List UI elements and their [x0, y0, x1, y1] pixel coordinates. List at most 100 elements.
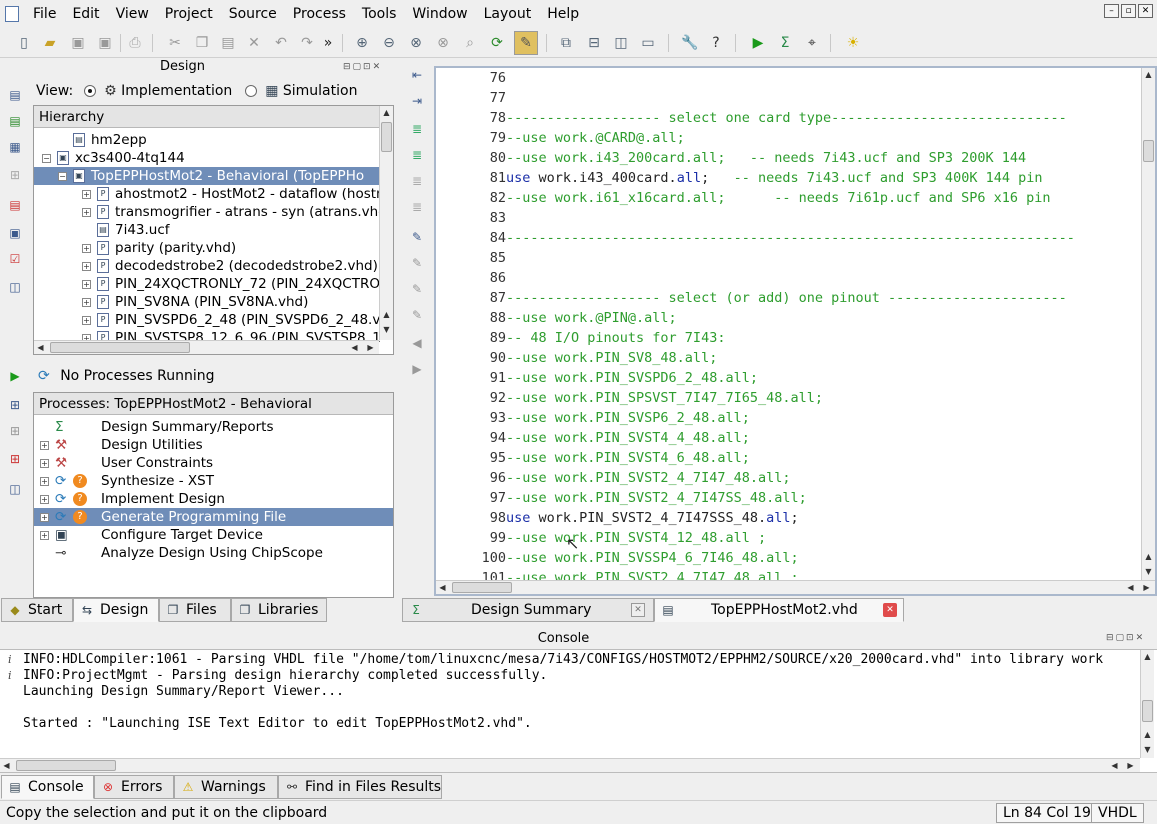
expander-icon[interactable]: + — [82, 315, 91, 325]
more-icon[interactable]: » — [318, 33, 338, 53]
code-line[interactable] — [506, 68, 1142, 88]
zoom-out-icon[interactable]: ⊖ — [379, 33, 399, 53]
hierarchy-item[interactable]: + Pparity (parity.vhd) — [34, 239, 379, 257]
console-vscrollbar[interactable]: ▲ ▲ ▼ — [1140, 650, 1154, 758]
telescope-icon[interactable]: ⌖ — [802, 33, 822, 53]
tile-vertical-icon[interactable]: ◫ — [611, 33, 631, 53]
pin-icon[interactable]: ✎ — [514, 31, 538, 55]
hierarchy-item[interactable]: ▤ 7i43.ucf — [34, 221, 379, 239]
menu-source[interactable]: Source — [221, 0, 285, 28]
scroll-down-icon[interactable]: ▼ — [380, 323, 393, 336]
expander-icon[interactable]: + — [40, 494, 49, 504]
code-line[interactable]: --use work.i43_200card.all; -- needs 7i4… — [506, 148, 1142, 168]
scroll-down-icon[interactable]: ▼ — [1142, 565, 1155, 578]
module-icon[interactable]: ▣ — [6, 224, 24, 242]
wrench-icon[interactable]: 🔧 — [680, 33, 700, 53]
scroll-thumb[interactable] — [50, 342, 190, 353]
hierarchy-item[interactable]: − ▣ TopEPPHostMot2 - Behavioral (TopEPPHo — [34, 167, 379, 185]
implementation-radio[interactable] — [83, 85, 96, 97]
zoom-fit-icon[interactable]: ⊗ — [406, 33, 426, 53]
code-line[interactable]: --use work.i61_x16card.all; -- needs 7i6… — [506, 188, 1142, 208]
save-icon[interactable]: ▣ — [68, 33, 88, 53]
tab-design[interactable]: ⇆ Design — [73, 598, 159, 622]
cascade-icon[interactable]: ⧉ — [556, 33, 576, 53]
save-all-icon[interactable]: ▣ — [95, 33, 115, 53]
simulation-radio[interactable] — [244, 85, 257, 97]
hierarchy-hscrollbar[interactable]: ◀ ◀ ▶ — [34, 340, 379, 354]
restore-icon[interactable]: ▫ — [1121, 4, 1136, 18]
hierarchy-vscrollbar[interactable]: ▲ ▲ ▼ — [379, 106, 393, 340]
scroll-up-icon[interactable]: ▲ — [380, 308, 393, 321]
bookmark-next-icon[interactable]: ✎ — [408, 254, 426, 272]
editor-hscrollbar[interactable]: ◀ ◀ ▶ — [436, 580, 1155, 594]
close-tab-icon[interactable]: ✕ — [883, 603, 897, 617]
zoom-select-icon[interactable]: ⌕ — [460, 33, 480, 53]
bookmark-clear-icon[interactable]: ✎ — [408, 306, 426, 324]
code-line[interactable]: --use work.PIN_SPSVST_7I47_7I65_48.all; — [506, 388, 1142, 408]
process-expand-icon[interactable]: ⊞ — [6, 422, 24, 440]
expander-icon[interactable]: + — [82, 243, 91, 253]
tab-libraries[interactable]: ❐ Libraries — [231, 598, 327, 622]
expander-icon[interactable]: + — [82, 207, 91, 217]
indent-icon[interactable]: ⇤ — [408, 66, 426, 84]
new-file-icon[interactable]: ▯ — [14, 33, 34, 53]
toggle-comment-icon[interactable]: ≣ — [408, 172, 426, 190]
add-copy-icon[interactable]: ▤ — [6, 112, 24, 130]
process-properties-icon[interactable]: ⊞ — [6, 396, 24, 414]
process-item[interactable]: + ▣ Configure Target Device — [34, 526, 393, 544]
comment-icon[interactable]: ≣ — [408, 120, 426, 138]
tile-horizontal-icon[interactable]: ⊟ — [584, 33, 604, 53]
scroll-left-icon[interactable]: ◀ — [1108, 759, 1121, 772]
scroll-up-icon[interactable]: ▲ — [1142, 68, 1155, 81]
scroll-thumb[interactable] — [452, 582, 512, 593]
editor-vscrollbar[interactable]: ▲ ▲ ▼ — [1141, 68, 1155, 580]
menu-layout[interactable]: Layout — [476, 0, 540, 28]
delete-icon[interactable]: ✕ — [244, 33, 264, 53]
hierarchy-item[interactable]: + Pahostmot2 - HostMot2 - dataflow (hostm — [34, 185, 389, 203]
code-line[interactable]: --use work.@CARD@.all; — [506, 128, 1142, 148]
scroll-up-icon[interactable]: ▲ — [1141, 650, 1154, 663]
menu-view[interactable]: View — [108, 0, 157, 28]
menu-file[interactable]: File — [25, 0, 64, 28]
close-tab-icon[interactable]: ✕ — [631, 603, 645, 617]
scroll-up-icon[interactable]: ▲ — [1142, 550, 1155, 563]
close-icon[interactable]: ✕ — [1138, 4, 1153, 18]
tab-errors[interactable]: ⊗ Errors — [94, 775, 174, 799]
process-item[interactable]: + ⚒ Design Utilities — [34, 436, 393, 454]
hierarchy-item[interactable]: + P PIN_SV8NA (PIN_SV8NA.vhd) — [34, 293, 379, 311]
expander-icon[interactable]: + — [82, 279, 91, 289]
code-line[interactable]: --use work.@PIN@.all; — [506, 308, 1142, 328]
expander-icon[interactable]: + — [82, 189, 91, 199]
expander-icon[interactable]: + — [82, 261, 91, 271]
redo-icon[interactable]: ↷ — [297, 33, 317, 53]
copy-icon[interactable]: ❐ — [192, 33, 212, 53]
scroll-left-icon[interactable]: ◀ — [34, 341, 47, 354]
hierarchy-item[interactable]: + Ptransmogrifier - atrans - syn (atrans.… — [34, 203, 387, 221]
scroll-thumb[interactable] — [381, 122, 392, 152]
tab-files[interactable]: ❐ Files — [159, 598, 231, 622]
code-line[interactable]: --use work.PIN_SVSSP4_6_7I46_48.all; — [506, 548, 1142, 568]
scroll-left-icon[interactable]: ◀ — [436, 581, 449, 594]
paste-icon[interactable]: ▤ — [218, 33, 238, 53]
process-item[interactable]: + ⚒ User Constraints — [34, 454, 393, 472]
hierarchy-item[interactable]: + P PIN_SVSPD6_2_48 (PIN_SVSPD6_2_48.v — [34, 311, 380, 329]
code-line[interactable]: --use work.PIN_SVST4_12_48.all ; — [506, 528, 1142, 548]
tab-find-in-files-results[interactable]: ⚯ Find in Files Results — [278, 775, 442, 799]
tab-start[interactable]: ◆ Start — [1, 598, 73, 622]
expander-icon[interactable]: + — [40, 530, 49, 540]
console-hscrollbar[interactable]: ◀ ◀ ▶ — [0, 758, 1140, 772]
undo-icon[interactable]: ↶ — [271, 33, 291, 53]
lightbulb-icon[interactable]: ☀ — [843, 33, 863, 53]
code-line[interactable] — [506, 88, 1142, 108]
checklist-icon[interactable]: ☑ — [6, 250, 24, 268]
hierarchy-item[interactable]: + P PIN_24XQCTRONLY_72 (PIN_24XQCTRO — [34, 275, 380, 293]
nav-forward-icon[interactable]: ▶ — [408, 360, 426, 378]
tab-console[interactable]: ▤ Console — [1, 775, 94, 799]
expander-icon[interactable]: − — [58, 171, 67, 181]
code-line[interactable]: use work.PIN_SVST2_4_7I47SSS_48.all; — [506, 508, 1142, 528]
sigma-icon[interactable]: Σ — [775, 33, 795, 53]
process-item[interactable]: + ⟳? Synthesize - XST — [34, 472, 393, 490]
menu-project[interactable]: Project — [157, 0, 221, 28]
run-process-icon[interactable]: ▶ — [6, 367, 24, 385]
scroll-left-icon[interactable]: ◀ — [348, 341, 361, 354]
